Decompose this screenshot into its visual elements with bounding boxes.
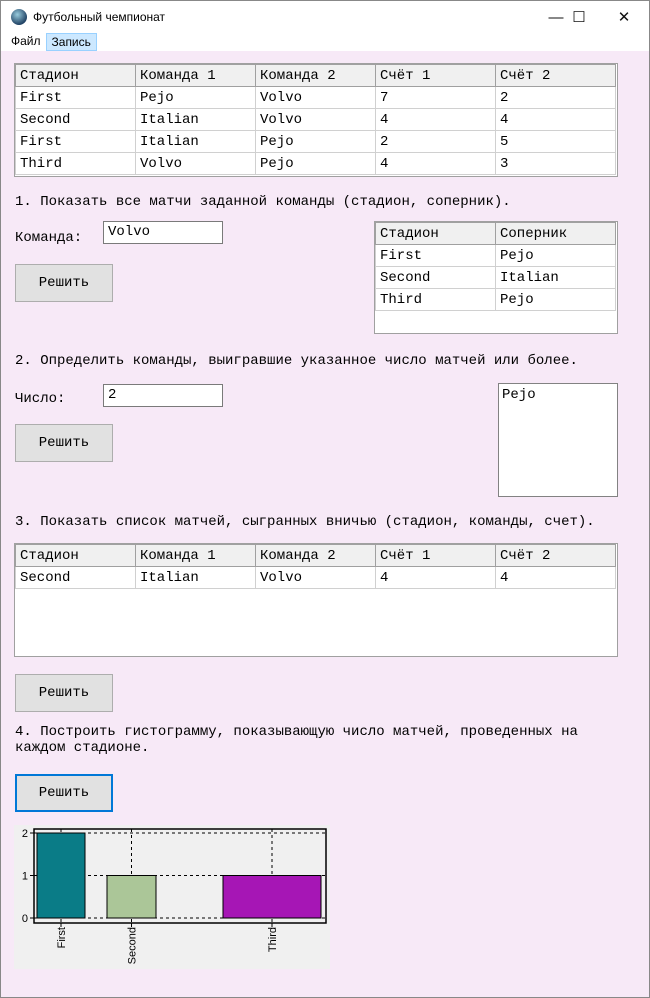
menu-file[interactable]: Файл	[6, 33, 46, 51]
table-cell[interactable]: Volvo	[255, 86, 376, 109]
table-row[interactable]: Third Volvo Pejo 4 3	[15, 152, 616, 175]
task3-title: 3. Показать список матчей, сыгранных вни…	[15, 514, 595, 530]
window-title: Футбольный чемпионат	[33, 10, 166, 24]
table-row[interactable]: First Pejo	[375, 244, 616, 267]
maximize-button[interactable]: ☐	[556, 1, 602, 33]
draws-table[interactable]: Стадион Команда 1 Команда 2 Счёт 1 Счёт 2 Sec…	[14, 543, 618, 657]
team-input[interactable]: Volvo	[103, 221, 223, 244]
table-cell[interactable]: Volvo	[255, 108, 376, 131]
table-row[interactable]: Second Italian Volvo 4 4	[15, 566, 616, 589]
column-header[interactable]: Соперник	[495, 222, 616, 245]
number-input[interactable]: 2	[103, 384, 223, 407]
x-tick-label: First	[56, 927, 68, 948]
table-cell[interactable]: First	[15, 86, 136, 109]
solve-button-1[interactable]: Решить	[15, 264, 113, 302]
table-cell[interactable]: Volvo	[255, 566, 376, 589]
table-cell[interactable]: 2	[375, 130, 496, 153]
close-button[interactable]: ✕	[601, 1, 647, 33]
column-header[interactable]: Стадион	[15, 64, 136, 87]
x-tick-label: Third	[267, 927, 279, 952]
histogram-chart: 0 1 2 First Second Third	[14, 825, 330, 969]
column-header[interactable]: Счёт 2	[495, 544, 616, 567]
x-tick-label: Second	[127, 927, 139, 964]
bar-third	[222, 875, 322, 919]
table-cell[interactable]: First	[375, 244, 496, 267]
table-row[interactable]: First Pejo Volvo 7 2	[15, 86, 616, 109]
table-cell[interactable]: Italian	[135, 130, 256, 153]
table-row[interactable]: First Italian Pejo 2 5	[15, 130, 616, 153]
table-cell[interactable]: Second	[15, 566, 136, 589]
bar-second	[106, 875, 157, 919]
title-bar: Футбольный чемпионат — ☐ ✕	[1, 1, 649, 33]
task2-title: 2. Определить команды, выигравшие указан…	[15, 353, 578, 369]
number-label: Число:	[15, 391, 66, 407]
table-cell[interactable]: Second	[375, 266, 496, 289]
table-cell[interactable]: Pejo	[255, 152, 376, 175]
table-cell[interactable]: 5	[495, 130, 616, 153]
column-header[interactable]: Стадион	[375, 222, 496, 245]
main-window: Футбольный чемпионат — ☐ ✕ Файл Запись С…	[0, 0, 650, 998]
menu-record[interactable]: Запись	[45, 33, 97, 51]
table-cell[interactable]: 4	[375, 108, 496, 131]
table-cell[interactable]: Pejo	[495, 244, 616, 267]
table-cell[interactable]: Second	[15, 108, 136, 131]
table-row[interactable]: Second Italian Volvo 4 4	[15, 108, 616, 131]
table-cell[interactable]: Italian	[135, 108, 256, 131]
app-icon	[11, 9, 27, 25]
table-cell[interactable]: Pejo	[135, 86, 256, 109]
column-header[interactable]: Команда 2	[255, 64, 376, 87]
table-cell[interactable]: 2	[495, 86, 616, 109]
solve-button-2[interactable]: Решить	[15, 424, 113, 462]
table-cell[interactable]: Third	[15, 152, 136, 175]
table-header-row: Стадион Команда 1 Команда 2 Счёт 1 Счёт 2	[15, 544, 616, 567]
table-header-row: Стадион Команда 1 Команда 2 Счёт 1 Счёт 2	[15, 64, 616, 87]
table-row[interactable]: Third Pejo	[375, 288, 616, 311]
column-header[interactable]: Счёт 1	[375, 544, 496, 567]
matches-table[interactable]: Стадион Команда 1 Команда 2 Счёт 1 Счёт 2 Fir…	[14, 63, 618, 177]
column-header[interactable]: Счёт 1	[375, 64, 496, 87]
table-cell[interactable]: 3	[495, 152, 616, 175]
table-cell[interactable]: First	[15, 130, 136, 153]
column-header[interactable]: Команда 1	[135, 64, 256, 87]
list-item[interactable]: Pejo	[502, 387, 614, 403]
table-cell[interactable]: Pejo	[255, 130, 376, 153]
column-header[interactable]: Команда 1	[135, 544, 256, 567]
table-cell[interactable]: Italian	[495, 266, 616, 289]
table-header-row: Стадион Соперник	[375, 222, 616, 245]
y-tick-label: 1	[22, 871, 28, 883]
table-cell[interactable]: Italian	[135, 566, 256, 589]
table-cell[interactable]: Pejo	[495, 288, 616, 311]
solve-button-3[interactable]: Решить	[15, 674, 113, 712]
table-cell[interactable]: 4	[495, 108, 616, 131]
column-header[interactable]: Стадион	[15, 544, 136, 567]
table-cell[interactable]: Third	[375, 288, 496, 311]
task1-title: 1. Показать все матчи заданной команды (…	[15, 194, 511, 210]
column-header[interactable]: Счёт 2	[495, 64, 616, 87]
bar-first	[36, 832, 86, 919]
y-tick-label: 2	[22, 828, 28, 840]
team-label: Команда:	[15, 230, 83, 246]
winners-listbox[interactable]: Pejo	[498, 383, 618, 497]
task4-title-line2: каждом стадионе.	[15, 740, 150, 756]
solve-button-4[interactable]: Решить	[15, 774, 113, 812]
table-cell[interactable]: Volvo	[135, 152, 256, 175]
y-tick-label: 0	[22, 913, 28, 925]
table-cell[interactable]: 7	[375, 86, 496, 109]
column-header[interactable]: Команда 2	[255, 544, 376, 567]
team-matches-table[interactable]: Стадион Соперник First Pejo Second Italian Thi…	[374, 221, 618, 334]
table-cell[interactable]: 4	[495, 566, 616, 589]
table-cell[interactable]: 4	[375, 152, 496, 175]
table-cell[interactable]: 4	[375, 566, 496, 589]
histogram-svg: 0 1 2 First Second Third	[22, 828, 327, 964]
table-row[interactable]: Second Italian	[375, 266, 616, 289]
menu-bar: Файл Запись	[1, 33, 649, 51]
task4-title-line1: 4. Построить гистограмму, показывающую ч…	[15, 724, 578, 740]
